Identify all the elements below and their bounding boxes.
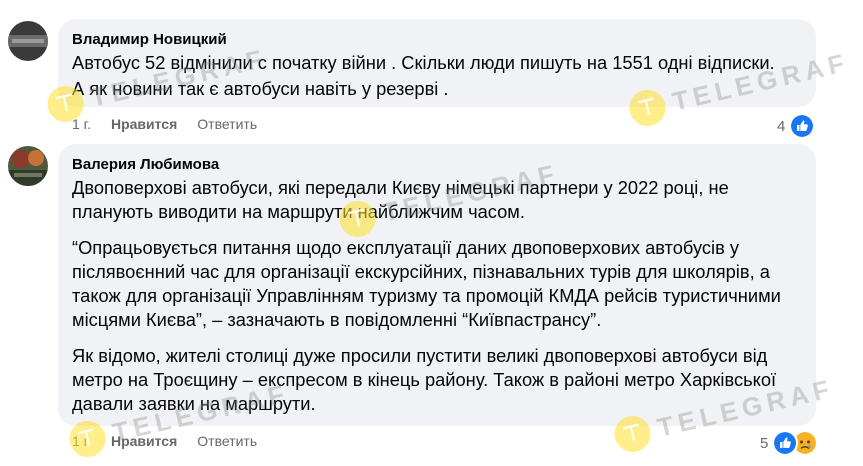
reply-button[interactable]: Ответить [197,433,257,449]
comment-text: А як новини так є автобуси навіть у резе… [72,78,449,99]
reaction-summary[interactable]: 4 [777,113,816,139]
avatar[interactable] [8,21,48,61]
like-button[interactable]: Нравится [111,433,177,449]
like-icon [789,113,816,139]
comment-bubble: Валерия Любимова Двоповерхові автобуси, … [58,144,816,426]
like-icon [772,430,799,456]
comment-time[interactable]: 1 г. [72,433,91,449]
reply-button[interactable]: Ответить [197,116,257,132]
comment-author[interactable]: Валерия Любимова [72,156,802,174]
reaction-count: 4 [777,117,786,135]
comment-author[interactable]: Владимир Новицкий [72,31,802,49]
comment-bubble: Владимир Новицкий Автобус 52 відмінили с… [58,19,816,107]
reaction-summary[interactable]: 5 [760,430,819,456]
reaction-count: 5 [760,434,769,452]
comment-text: Автобус 52 відмінили с початку війни . С… [72,52,775,73]
comment-actions: 1 г. Нравится Ответить [72,116,277,132]
comment-text: “Опрацьовується питання щодо експлуатаці… [72,237,781,330]
comment-text: Двоповерхові автобуси, які передали Києв… [72,177,729,222]
comment-actions: 1 г. Нравится Ответить [72,433,277,449]
like-button[interactable]: Нравится [111,116,177,132]
comment-time[interactable]: 1 г. [72,116,91,132]
avatar[interactable] [8,146,48,186]
comment-text: Як відомо, жителі столиці дуже просили п… [72,345,777,414]
